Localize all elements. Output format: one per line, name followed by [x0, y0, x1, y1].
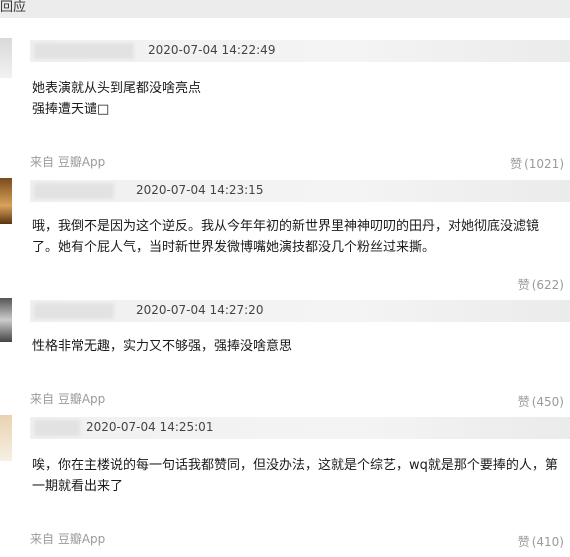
like-button[interactable]: 赞 (622): [518, 276, 564, 293]
comment-text: 性格非常无趣，实力又不够强，强捧没啥意思: [32, 336, 562, 357]
username-blurred: [34, 420, 80, 436]
comment-text: 唉，你在主楼说的每一句话我都赞同，但没办法，这就是个综艺，wq就是那个要捧的人，…: [32, 455, 562, 497]
avatar[interactable]: [0, 178, 12, 224]
comment-source: 来自 豆瓣App: [30, 532, 106, 546]
like-label: 赞: [517, 535, 530, 549]
like-label: 赞: [517, 395, 530, 409]
like-button[interactable]: 赞 (410): [518, 533, 564, 550]
comment-text-line: 一期就看出来了: [32, 479, 124, 494]
like-button[interactable]: 赞 (450): [518, 393, 564, 410]
comment-header: 2020-07-04 14:25:01: [30, 417, 570, 439]
comment-source: 来自 豆瓣App: [30, 155, 106, 169]
comment-time: 2020-07-04 14:22:49: [148, 43, 276, 57]
like-button[interactable]: 赞 (1021): [510, 155, 564, 172]
comment-source: 来自 豆瓣App: [30, 392, 106, 406]
comment-time: 2020-07-04 14:27:20: [136, 303, 264, 317]
comment-text-line: 了。她有个屁人气，当时新世界发微博嘴她演技都没几个粉丝过来撕。: [32, 240, 436, 255]
username-blurred: [34, 303, 114, 319]
section-label: 回应: [0, 0, 27, 15]
comment-text-line: 她表演就从头到尾都没啥亮点: [32, 81, 202, 96]
like-count: (622): [531, 278, 564, 292]
comment-text-line: 唉，你在主楼说的每一句话我都赞同，但没办法，这就是个综艺，wq就是那个要捧的人，…: [32, 458, 558, 473]
top-bar: 回应: [0, 0, 570, 18]
comment-header: 2020-07-04 14:23:15: [30, 180, 570, 202]
username-blurred: [34, 183, 114, 199]
comment-text-line: 性格非常无趣，实力又不够强，强捧没啥意思: [32, 339, 293, 354]
like-count: (450): [531, 395, 564, 409]
comment-header: 2020-07-04 14:22:49: [30, 40, 570, 62]
comment-text-line: 哦，我倒不是因为这个逆反。我从今年年初的新世界里神神叨叨的田丹，对她彻底没滤镜: [32, 219, 540, 234]
comment-text: 她表演就从头到尾都没啥亮点 强捧遭天谴□: [32, 78, 562, 120]
like-label: 赞: [517, 278, 530, 292]
comment-text-line: 强捧遭天谴□: [32, 102, 110, 117]
avatar[interactable]: [0, 298, 12, 342]
comment-header: 2020-07-04 14:27:20: [30, 300, 570, 322]
like-count: (410): [531, 535, 564, 549]
like-count: (1021): [524, 157, 564, 171]
avatar[interactable]: [0, 38, 12, 78]
comment-text: 哦，我倒不是因为这个逆反。我从今年年初的新世界里神神叨叨的田丹，对她彻底没滤镜 …: [32, 216, 562, 258]
username-blurred: [34, 43, 134, 59]
avatar[interactable]: [0, 415, 12, 461]
comment-time: 2020-07-04 14:23:15: [136, 183, 264, 197]
like-label: 赞: [510, 157, 523, 171]
comment-time: 2020-07-04 14:25:01: [86, 420, 214, 434]
